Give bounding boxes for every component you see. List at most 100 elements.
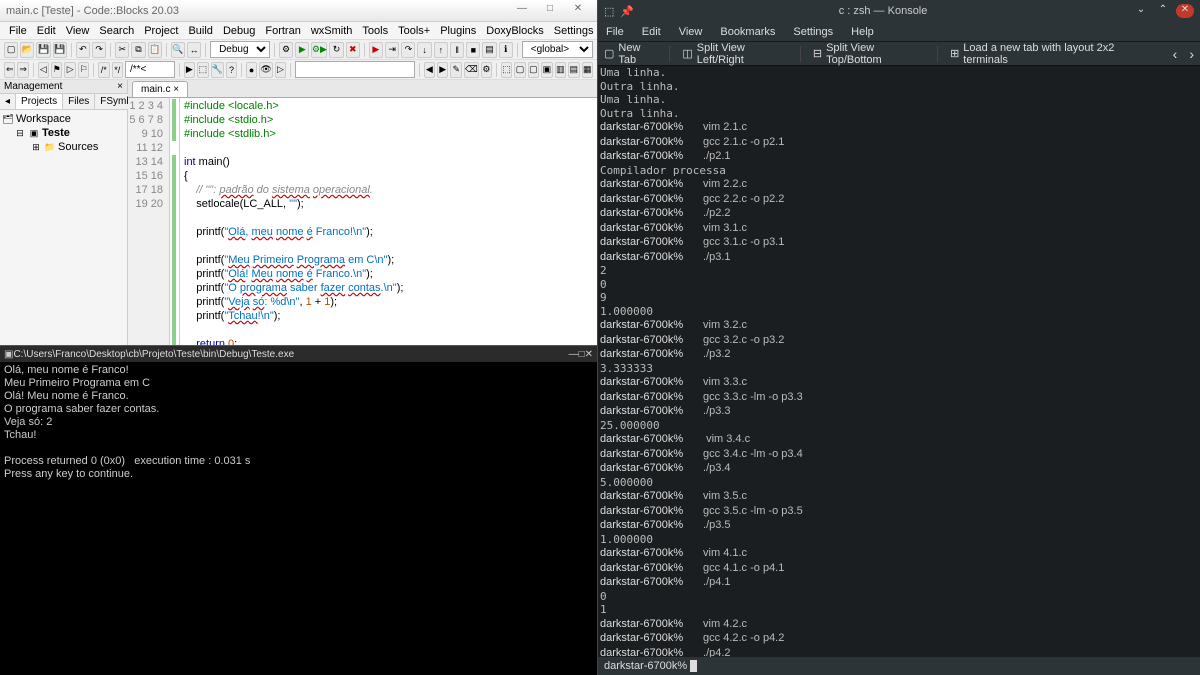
bookmark-next-icon[interactable]: ▷ [64,62,75,78]
build-icon[interactable]: ⚙ [279,42,293,58]
build-target-select[interactable]: Debug [210,41,270,58]
menu-build[interactable]: Build [183,25,217,37]
menu-tools[interactable]: Tools [357,25,393,37]
menu-project[interactable]: Project [139,25,183,37]
doxy-input[interactable] [125,61,175,78]
menu-edit[interactable]: Edit [642,26,661,38]
tree-folder[interactable]: ⊞📁Sources [2,140,125,154]
minus-icon[interactable]: ⊟ [14,127,26,139]
nav-back-icon[interactable]: ⇐ [4,62,15,78]
cut-icon[interactable]: ✂ [115,42,129,58]
new-tab-button[interactable]: ▢New Tab [604,42,657,66]
copy-icon[interactable]: ⧉ [131,42,145,58]
undo-icon[interactable]: ↶ [76,42,90,58]
build-run-icon[interactable]: ⚙▶ [311,42,327,58]
watch-icon[interactable]: 👁 [259,62,272,78]
tab-projects[interactable]: Projects [16,94,63,109]
tree-project[interactable]: ⊟▣Teste [2,126,125,140]
doxyblocks-icon[interactable]: ⬚ [197,62,208,78]
highlight-icon[interactable]: ✎ [450,62,461,78]
window4-icon[interactable]: ▥ [555,62,566,78]
open-icon[interactable]: 📂 [20,42,34,58]
close-icon[interactable]: ✕ [585,349,593,360]
menu-settings[interactable]: Settings [793,26,833,38]
menu-view[interactable]: View [679,26,703,38]
code-editor[interactable]: 1 2 3 4 5 6 7 8 9 10 11 12 13 14 15 16 1… [128,98,597,345]
paste-icon[interactable]: 📋 [148,42,162,58]
menu-file[interactable]: File [4,25,32,37]
close-icon[interactable]: ✕ [1176,4,1194,18]
window6-icon[interactable]: ▦ [582,62,593,78]
tab-mainc[interactable]: main.c × [132,81,188,97]
layout-button[interactable]: ⊞Load a new tab with layout 2x2 terminal… [950,42,1149,66]
bookmark-toggle-icon[interactable]: ⚑ [51,62,62,78]
fold-column[interactable] [170,98,180,345]
menu-bookmarks[interactable]: Bookmarks [720,26,775,38]
save-all-icon[interactable]: 💾 [53,42,67,58]
comment-icon[interactable]: /* [98,62,109,78]
stop-debug-icon[interactable]: ■ [466,42,480,58]
minimize-icon[interactable]: ⌄ [1132,4,1150,18]
next-icon[interactable]: ▶ [437,62,448,78]
split-lr-button[interactable]: ◫Split View Left/Right [682,42,788,66]
menu-search[interactable]: Search [94,25,139,37]
run-to-cursor-icon[interactable]: ⇥ [385,42,399,58]
maximize-icon[interactable]: ⌃ [1154,4,1172,18]
konsole-titlebar[interactable]: ⬚ 📌 c : zsh — Konsole ⌄ ⌃ ✕ [598,0,1200,22]
tab-nav-left-icon[interactable]: ◂ [0,94,16,109]
source-text[interactable]: #include <locale.h> #include <stdio.h> #… [180,98,597,345]
scope-select[interactable]: <global> [522,41,593,58]
terminal-body[interactable]: Uma linha. Outra linha. Uma linha. Outra… [598,66,1200,657]
run-doxy-icon[interactable]: ▶ [184,62,195,78]
panel-close-icon[interactable]: × [117,81,123,92]
console-output[interactable]: Olá, meu nome é Franco! Meu Primeiro Pro… [0,362,597,483]
window3-icon[interactable]: ▣ [541,62,552,78]
tree-workspace[interactable]: 🗂Workspace [2,112,125,126]
continue-icon[interactable]: ▷ [275,62,286,78]
step-over-icon[interactable]: ↷ [401,42,415,58]
nav-fwd-icon[interactable]: ⇒ [17,62,28,78]
run-icon[interactable]: ▶ [295,42,309,58]
project-tree[interactable]: 🗂Workspace ⊟▣Teste ⊞📁Sources [0,110,127,156]
wrench-icon[interactable]: 🔧 [211,62,224,78]
split-tb-button[interactable]: ⊟Split View Top/Bottom [813,42,925,66]
debug-windows-icon[interactable]: ▤ [482,42,496,58]
menu-fortran[interactable]: Fortran [260,25,305,37]
console-titlebar[interactable]: ▣ C:\Users\Franco\Desktop\cb\Projeto\Tes… [0,346,597,362]
minimize-icon[interactable]: — [509,3,535,19]
bookmark-clear-icon[interactable]: ⚐ [78,62,89,78]
step-out-icon[interactable]: ↑ [434,42,448,58]
abort-icon[interactable]: ✖ [346,42,360,58]
clear-icon[interactable]: ⌫ [464,62,479,78]
cb-titlebar[interactable]: main.c [Teste] - Code::Blocks 20.03 — □ … [0,0,597,22]
uncomment-icon[interactable]: */ [112,62,123,78]
menu-edit[interactable]: Edit [32,25,61,37]
save-icon[interactable]: 💾 [36,42,50,58]
menu-file[interactable]: File [606,26,624,38]
select-icon[interactable]: ⬚ [501,62,512,78]
info-icon[interactable]: ℹ [499,42,513,58]
pin-icon[interactable]: 📌 [620,5,634,18]
pause-debug-icon[interactable]: ‖ [450,42,464,58]
window2-icon[interactable]: ▢ [528,62,539,78]
redo-icon[interactable]: ↷ [92,42,106,58]
maximize-icon[interactable]: □ [537,3,563,19]
new-file-icon[interactable]: ▢ [4,42,18,58]
window5-icon[interactable]: ▤ [568,62,579,78]
menu-tools+[interactable]: Tools+ [393,25,435,37]
tab-close-icon[interactable]: × [173,84,179,95]
nav-next-icon[interactable]: › [1189,46,1194,62]
menu-plugins[interactable]: Plugins [435,25,481,37]
window1-icon[interactable]: ▢ [514,62,525,78]
find-icon[interactable]: 🔍 [171,42,185,58]
menu-doxyblocks[interactable]: DoxyBlocks [481,25,548,37]
tab-files[interactable]: Files [63,94,95,109]
rebuild-icon[interactable]: ↻ [329,42,343,58]
minimize-icon[interactable]: — [569,349,579,360]
menu-debug[interactable]: Debug [218,25,260,37]
menu-help[interactable]: Help [851,26,874,38]
menu-settings[interactable]: Settings [549,25,599,37]
replace-icon[interactable]: ↔ [187,42,201,58]
plus-icon[interactable]: ⊞ [30,141,42,153]
menu-view[interactable]: View [61,25,95,37]
